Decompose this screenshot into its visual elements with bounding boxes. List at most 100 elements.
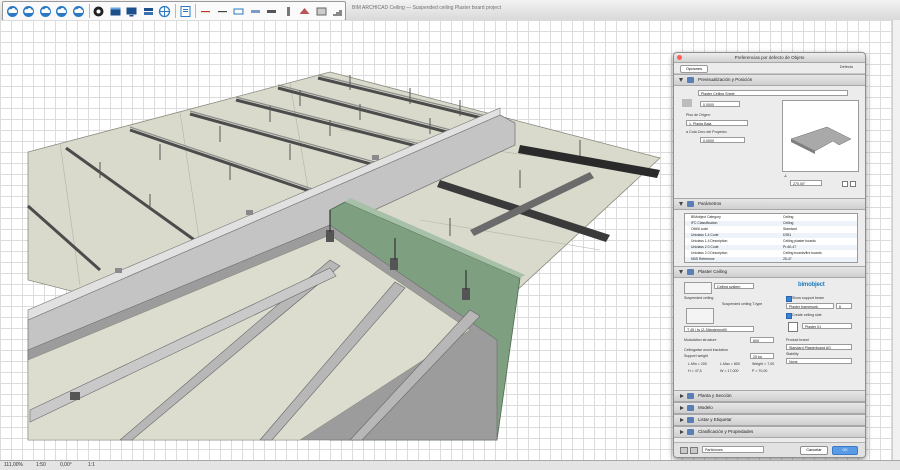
dimension-value: L.Min = 200 [688, 362, 707, 366]
section-classification-header[interactable]: Clasificación y Propiedades [674, 426, 865, 438]
list-item[interactable]: Uniclass 2.0 Description Ceiling boards/f… [685, 251, 857, 256]
parameter-list[interactable]: BIMobject Category Ceiling IFC Classifica… [684, 213, 858, 263]
section-plaster-header[interactable]: Plaster Ceiling [674, 266, 865, 278]
info-icon[interactable] [178, 4, 193, 19]
beam-icon[interactable] [264, 4, 279, 19]
gear-icon[interactable] [91, 4, 106, 19]
list-item[interactable]: Uniclass 2.0 Code Pr-60-47 [685, 245, 857, 250]
model-icon [687, 405, 694, 411]
stair-icon[interactable] [330, 4, 345, 19]
angle-readout[interactable]: 0,00° [60, 462, 72, 468]
line-red-icon[interactable] [198, 4, 213, 19]
ceiling-system-select[interactable]: Ceiling system [714, 283, 754, 289]
classification-icon [687, 429, 694, 435]
select-options-button[interactable]: Opciones [680, 65, 708, 73]
home-story-select[interactable]: 1. Planta Baja [686, 120, 748, 126]
monitor-icon[interactable] [124, 4, 139, 19]
disclosure-closed-icon [680, 418, 684, 422]
product-label: Product brand [786, 338, 809, 342]
layers-icon[interactable] [141, 4, 156, 19]
list-item[interactable]: Uniclass 1.4 Code D351 [685, 233, 857, 238]
stability-label: Stability [786, 352, 799, 356]
cloud-icon[interactable] [5, 4, 20, 19]
vertical-scrollbar[interactable] [892, 20, 900, 460]
ok-button[interactable]: OK [832, 446, 858, 455]
window-icon[interactable] [108, 4, 123, 19]
zoom-readout[interactable]: 111,00% [4, 462, 23, 468]
cloud-settings-icon[interactable] [71, 4, 86, 19]
slab-icon[interactable] [248, 4, 263, 19]
section-preview-header[interactable]: Previsualización y Posición [674, 74, 865, 86]
product-field[interactable]: Standard Plasterboard AG [786, 344, 852, 350]
profile-select[interactable]: T 45 / ts (Z-Ständerprofil) [684, 326, 754, 332]
dimension-value: Weight = 7,00 [752, 362, 775, 366]
beam-type-select[interactable]: Plaster framework [786, 303, 834, 309]
list-item[interactable]: Uniclass 1.4 Description Ceiling plaster … [685, 239, 857, 244]
disclosure-open-icon [679, 202, 683, 206]
modulation-field[interactable]: 600 [750, 337, 774, 343]
list-item[interactable]: BIMobject Category Ceiling [685, 215, 857, 220]
section-title: Previsualización y Posición [698, 77, 753, 82]
section-model-header[interactable]: Modelo [674, 402, 865, 414]
offset-field[interactable]: 0,0000 [700, 137, 745, 143]
section-listing-header[interactable]: Listar y Etiquetar [674, 414, 865, 426]
lock-icon[interactable] [680, 447, 688, 454]
dialog-title-bar: Preferencias por defecto de Objeto [674, 53, 865, 63]
bimobject-logo: bimobject [798, 282, 825, 288]
stability-select[interactable]: None [786, 358, 852, 364]
support-beam-label: Show support beam [792, 296, 824, 300]
wall-icon[interactable] [314, 4, 329, 19]
ceiling-icon [687, 269, 694, 275]
cancel-button[interactable]: Cancelar [800, 446, 828, 455]
close-icon[interactable] [677, 55, 682, 60]
section-plaster-body: Ceiling system bimobject Suspended ceili… [674, 278, 865, 390]
layer-icon [690, 447, 698, 454]
mirror-checkbox[interactable] [842, 181, 848, 187]
layer-readout[interactable]: 1:1 [88, 462, 95, 468]
rectangle-icon[interactable] [231, 4, 246, 19]
height-field[interactable]: 0,0000 [700, 101, 740, 107]
modulation-label: Modulation structure [684, 338, 717, 342]
layer-select[interactable]: Particiones [702, 446, 764, 453]
roof-icon[interactable] [297, 4, 312, 19]
rotation-field[interactable]: 270,00° [790, 180, 822, 186]
globe-icon[interactable] [157, 4, 172, 19]
material-select[interactable]: Plaster 01 [802, 323, 852, 329]
object-preview [782, 100, 859, 172]
cloud-upload-icon[interactable] [22, 4, 37, 19]
list-item[interactable]: IFC Classification Ceiling [685, 221, 857, 226]
section-title: Parámetros [698, 201, 722, 206]
section-title: Planta y Sección [698, 393, 732, 398]
dialog-title: Preferencias por defecto de Objeto [734, 55, 805, 60]
material-swatch[interactable] [788, 322, 798, 332]
column-icon[interactable] [281, 4, 296, 19]
dimension-value: L.Max = 800 [720, 362, 740, 366]
angle-label: ∠ [784, 174, 788, 178]
window-title: BIM ARCHICAD Ceiling — Suspended ceiling… [352, 5, 501, 11]
flip-checkbox[interactable] [850, 181, 856, 187]
listing-icon [687, 417, 694, 423]
section-parameters-body: BIMobject Category Ceiling IFC Classifica… [674, 210, 865, 266]
offset-label: a Cota Cero del Proyecto: [686, 130, 728, 134]
section-title: Clasificación y Propiedades [698, 429, 754, 434]
line-dark-icon[interactable] [215, 4, 230, 19]
suspended-label: Suspended ceiling [684, 296, 714, 300]
toolbar-separator [195, 4, 197, 18]
floor-label: Piso de Origen: [686, 113, 711, 117]
cloud-sync-icon[interactable] [38, 4, 53, 19]
hole-count-field[interactable]: 6 [836, 303, 852, 309]
list-item[interactable]: OMNI code Standard [685, 227, 857, 232]
object-type-icon [682, 99, 692, 107]
toolbar-separator [88, 4, 90, 18]
scale-readout[interactable]: 1:50 [36, 462, 46, 468]
cloud-download-icon[interactable] [55, 4, 70, 19]
object-name-field[interactable]: Plaster Ceiling Sheet [698, 90, 848, 96]
section-floorplan-header[interactable]: Planta y Sección [674, 390, 865, 402]
dialog-toolbar: Opciones Defecto [674, 63, 865, 74]
section-parameters-header[interactable]: Parámetros [674, 198, 865, 210]
list-item[interactable]: NBS Reference 25-47 [685, 257, 857, 262]
support-weight-field[interactable]: 25 kg [750, 353, 774, 359]
insulation-label: Ceilingwise wood insulation [684, 348, 728, 352]
section-title: Plaster Ceiling [698, 269, 728, 274]
disclosure-open-icon [679, 270, 683, 274]
